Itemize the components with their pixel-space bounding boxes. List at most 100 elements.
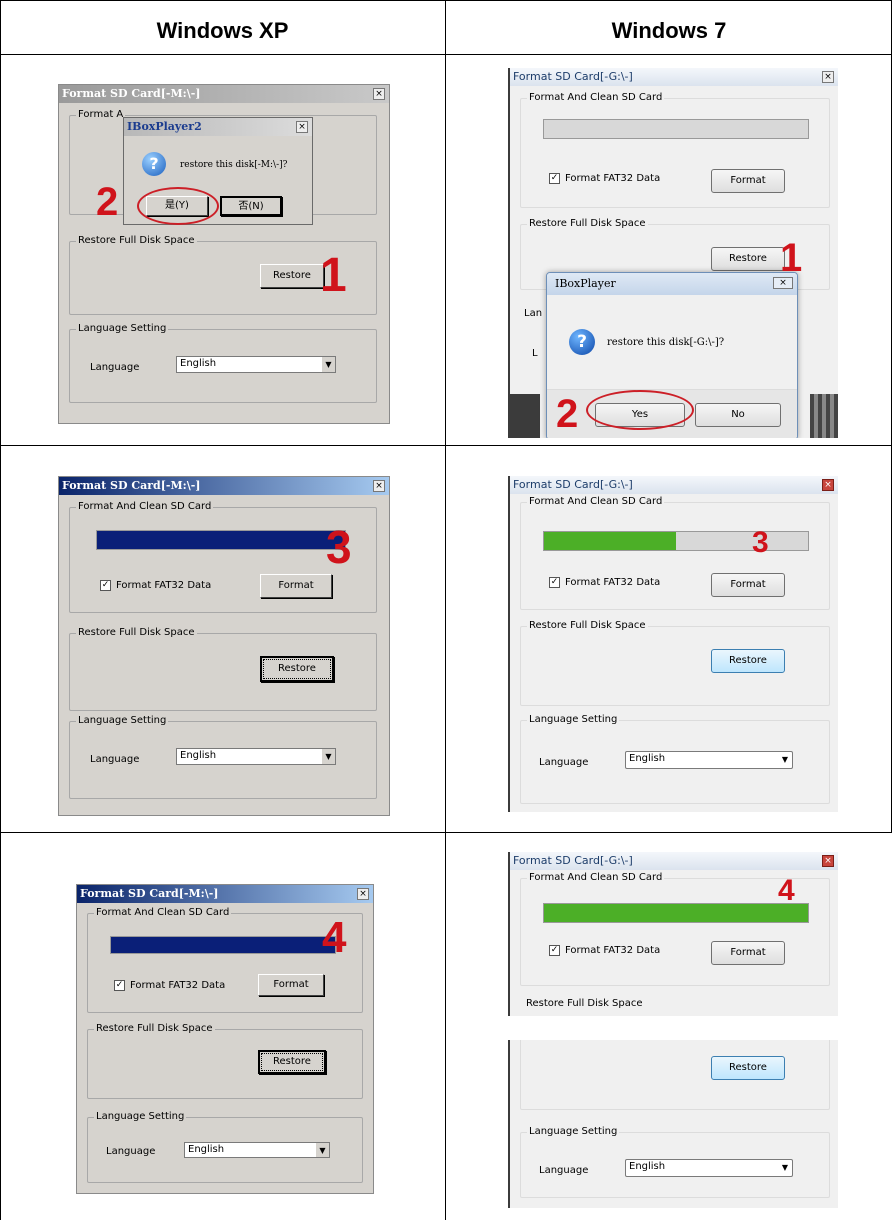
format-group-label: Format And Clean SD Card: [527, 496, 665, 507]
fat32-label: Format FAT32 Data: [565, 945, 661, 956]
close-icon[interactable]: ×: [357, 888, 369, 900]
close-icon[interactable]: ×: [822, 855, 834, 867]
restore-button[interactable]: Restore: [260, 264, 324, 288]
header-windows-xp: Windows XP: [156, 18, 289, 43]
restore-group: Restore Full Disk Space Restore: [69, 627, 377, 711]
chevron-down-icon: ▼: [321, 749, 335, 764]
format-group: Format And Clean SD Card ✓ Format FAT32 …: [520, 92, 830, 208]
language-group-label: Language Setting: [76, 715, 169, 726]
language-select[interactable]: English ▼: [176, 356, 336, 373]
restore-button[interactable]: Restore: [711, 247, 785, 271]
fat32-label: Format FAT32 Data: [565, 173, 661, 184]
step-2-marker: 2: [556, 392, 579, 436]
format-button[interactable]: Format: [711, 573, 785, 597]
dialog-title: Format SD Card[-G:\-]: [510, 68, 838, 86]
restore-button[interactable]: Restore: [711, 649, 785, 673]
language-value: English: [180, 750, 217, 761]
fat32-checkbox[interactable]: ✓: [549, 945, 560, 956]
step-1-marker: 1: [780, 236, 803, 280]
language-group-label-partial: Lan: [524, 308, 543, 319]
language-group-label: Language Setting: [76, 323, 169, 334]
yes-highlight-ring: [586, 390, 694, 430]
fat32-checkbox[interactable]: ✓: [100, 580, 111, 591]
dialog-title: Format SD Card[-G:\-]: [510, 852, 838, 870]
dialog-title: Format SD Card[-G:\-]: [510, 476, 838, 494]
no-button[interactable]: No: [695, 403, 781, 427]
format-group-label: Format And Clean SD Card: [76, 501, 214, 512]
language-select[interactable]: English ▼: [184, 1142, 330, 1158]
restore-button[interactable]: Restore: [260, 656, 334, 682]
fat32-checkbox[interactable]: ✓: [549, 577, 560, 588]
restore-group-label: Restore Full Disk Space: [76, 235, 197, 246]
format-group: Format And Clean SD Card ✓ Format FAT32 …: [520, 496, 830, 610]
language-select[interactable]: English ▼: [625, 751, 793, 769]
fat32-checkbox[interactable]: ✓: [549, 173, 560, 184]
chevron-down-icon: ▼: [781, 1163, 789, 1172]
close-icon[interactable]: ×: [296, 121, 308, 133]
language-label: Language: [90, 754, 140, 765]
format-button[interactable]: Format: [711, 169, 785, 193]
dialog-title: Format SD Card[-M:\-]: [77, 885, 373, 903]
language-group: Language Setting Language English ▼: [69, 323, 377, 403]
language-label: Language: [539, 1165, 589, 1176]
fat32-label: Format FAT32 Data: [116, 580, 212, 591]
language-label: Language: [90, 362, 140, 373]
restore-group-label: Restore Full Disk Space: [76, 627, 197, 638]
language-select[interactable]: English ▼: [625, 1159, 793, 1177]
fat32-checkbox[interactable]: ✓: [114, 980, 125, 991]
language-group: Language Setting Language English ▼: [69, 715, 377, 799]
close-icon[interactable]: ×: [822, 71, 834, 83]
popup-message: restore this disk[-M:\-]?: [180, 160, 288, 170]
header-windows-7: Windows 7: [611, 18, 727, 43]
fat32-label: Format FAT32 Data: [130, 980, 226, 991]
close-icon[interactable]: ×: [373, 480, 385, 492]
restore-group-label: Restore Full Disk Space: [527, 218, 648, 229]
close-icon[interactable]: ×: [822, 479, 834, 491]
restore-group-label: Restore Full Disk Space: [94, 1023, 215, 1034]
format-group-label: Format And Clean SD Card: [527, 92, 665, 103]
no-button[interactable]: 否(N): [220, 196, 282, 216]
format-progress-bar: [96, 530, 346, 550]
language-label-partial: L: [532, 348, 538, 359]
format-group-label: Format A: [76, 109, 126, 120]
restore-button[interactable]: Restore: [258, 1050, 326, 1074]
format-button[interactable]: Format: [260, 574, 332, 598]
language-select[interactable]: English ▼: [176, 748, 336, 765]
language-label: Language: [106, 1146, 156, 1157]
language-group: Language Setting Language English ▼: [520, 1126, 830, 1198]
step-4-marker: 4: [778, 874, 795, 907]
step-2-marker: 2: [96, 180, 119, 224]
question-icon: ?: [142, 152, 166, 176]
step-1-marker: 1: [320, 249, 347, 302]
language-group: Language Setting Language English ▼: [87, 1111, 363, 1183]
popup-title: IBoxPlayer: [547, 273, 797, 295]
progress-fill: [544, 904, 808, 922]
restore-button[interactable]: Restore: [711, 1056, 785, 1080]
restore-group-label: Restore Full Disk Space: [527, 620, 648, 631]
chevron-down-icon: ▼: [781, 755, 789, 764]
format-button[interactable]: Format: [711, 941, 785, 965]
step-4-marker: 4: [322, 913, 347, 962]
language-group-label: Language Setting: [94, 1111, 187, 1122]
language-value: English: [629, 1161, 666, 1172]
language-group-label: Language Setting: [527, 1126, 620, 1137]
language-label: Language: [539, 757, 589, 768]
format-button[interactable]: Format: [258, 974, 324, 996]
language-value: English: [188, 1144, 225, 1155]
w7-format-dialog-step4-bottom: Restore Language Setting Language Englis…: [508, 1040, 838, 1208]
dialog-title: Format SD Card[-M:\-]: [59, 477, 389, 495]
restore-group: Restore: [520, 1040, 830, 1110]
popup-message: restore this disk[-G:\-]?: [607, 337, 725, 348]
progress-fill: [544, 532, 676, 550]
step-3-marker: 3: [752, 526, 769, 559]
close-icon[interactable]: ×: [373, 88, 385, 100]
restore-group-label: Restore Full Disk Space: [526, 998, 643, 1009]
dialog-title: Format SD Card[-M:\-]: [59, 85, 389, 103]
w7-format-dialog-step3: Format SD Card[-G:\-] × Format And Clean…: [508, 476, 838, 812]
language-group: Language Setting Language English ▼: [520, 714, 830, 804]
language-value: English: [629, 753, 666, 764]
restore-group: Restore Full Disk Space Restore: [520, 620, 830, 706]
fat32-label: Format FAT32 Data: [565, 577, 661, 588]
question-icon: ?: [569, 329, 595, 355]
popup-title: IBoxPlayer2: [124, 118, 312, 136]
